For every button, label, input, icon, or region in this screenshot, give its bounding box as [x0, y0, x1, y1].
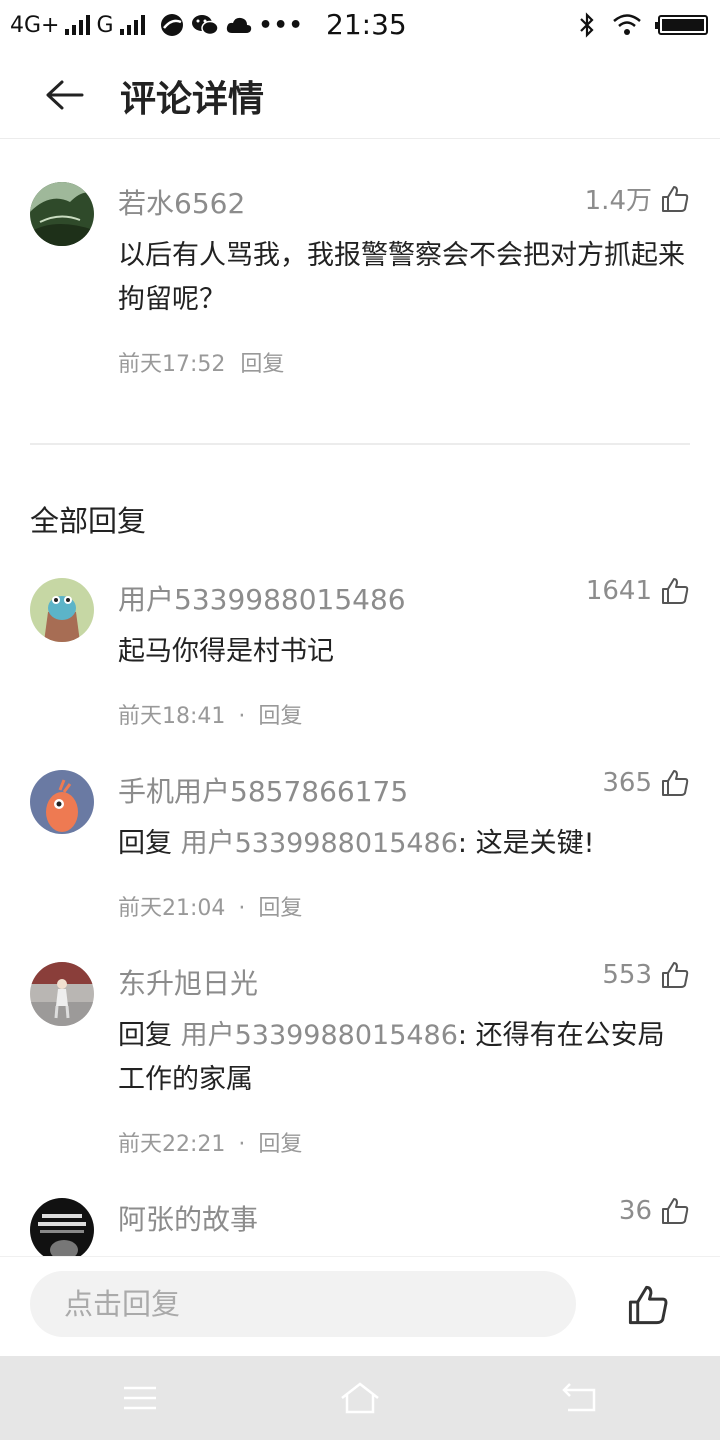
reply-prefix: 回复	[118, 828, 172, 859]
like-count: 1641	[585, 576, 652, 606]
thumbs-up-icon	[662, 578, 689, 604]
like-button[interactable]: 36	[619, 1196, 690, 1226]
reply-item: 东升旭日光 553 回复 用户5339988015486: 还得有在公安局工作的…	[0, 954, 720, 1164]
like-button[interactable]: 365	[602, 768, 690, 798]
home-icon[interactable]	[338, 1378, 382, 1418]
avatar-image	[30, 1198, 94, 1256]
reply-input[interactable]: 点击回复	[30, 1271, 576, 1337]
comment-text: 回复 用户5339988015486: 这是关键!	[118, 822, 688, 866]
comment-time: 前天21:04	[118, 896, 226, 921]
divider	[30, 443, 690, 445]
reply-link[interactable]: 回复	[258, 1132, 302, 1157]
comment-meta: 前天17:52 回复	[118, 346, 284, 378]
like-count: 365	[602, 768, 652, 798]
comment-meta: 前天22:21 · 回复	[118, 1126, 302, 1158]
wifi-icon	[613, 14, 641, 35]
like-count: 36	[618, 1196, 652, 1226]
like-count: 553	[602, 960, 652, 990]
more-icon: •••	[258, 12, 304, 38]
header: 评论详情	[0, 52, 720, 139]
wechat-icon	[191, 15, 219, 36]
comment-text: 以后有人骂我，我报警警察会不会把对方抓起来拘留呢？	[118, 240, 685, 315]
comment-username[interactable]: 用户5339988015486	[118, 578, 406, 618]
signal-icon-2	[119, 15, 145, 35]
thumbs-up-icon	[662, 962, 689, 988]
reply-prefix: 回复	[118, 1020, 172, 1051]
avatar[interactable]	[30, 770, 94, 834]
comment-time: 前天22:21	[118, 1132, 226, 1157]
avatar-image	[30, 182, 94, 246]
network-4g-label: 4G+	[10, 12, 60, 38]
status-right	[578, 10, 708, 40]
reply-item: 手机用户5857866175 365 回复 用户5339988015486: 这…	[0, 762, 720, 932]
like-count: 1.4万	[584, 186, 652, 216]
reply-body: : 这是关键!	[457, 828, 595, 859]
like-button[interactable]: 553	[602, 960, 690, 990]
comment-meta: 前天18:41 · 回复	[118, 698, 302, 730]
thumbs-up-icon	[662, 1198, 689, 1224]
bluetooth-icon	[580, 12, 594, 38]
like-button[interactable]: 1.4万	[585, 180, 690, 217]
reply-target[interactable]: 用户5339988015486	[181, 828, 458, 859]
status-bar: 4G+ G ••• 21:35	[0, 0, 720, 52]
meta-separator: ·	[238, 704, 246, 729]
system-nav-bar	[0, 1356, 720, 1440]
network-g-label: G	[96, 12, 114, 38]
avatar[interactable]	[30, 182, 94, 246]
comment-text: 起马你得是村书记	[118, 636, 334, 667]
comment-username[interactable]: 东升旭日光	[118, 962, 258, 1002]
avatar[interactable]	[30, 962, 94, 1026]
reply-link[interactable]: 回复	[258, 704, 302, 729]
thumbs-up-icon	[662, 185, 689, 212]
status-left: 4G+ G •••	[10, 10, 304, 40]
reply-bar: 点击回复	[0, 1256, 720, 1357]
comment-username[interactable]: 若水6562	[118, 182, 245, 222]
browser-icon	[160, 14, 183, 36]
comment-username[interactable]: 手机用户5857866175	[118, 770, 408, 810]
meta-separator: ·	[238, 896, 246, 921]
avatar-image	[30, 770, 94, 834]
reply-link[interactable]: 回复	[258, 896, 302, 921]
reply-target[interactable]: 用户5339988015486	[181, 1020, 458, 1051]
comment-time: 前天18:41	[118, 704, 226, 729]
reply-link[interactable]: 回复	[240, 352, 284, 377]
comment-text: 回复 用户5339988015486: 还得有在公安局工作的家属	[118, 1014, 688, 1102]
main-comment: 若水6562 1.4万 以后有人骂我，我报警警察会不会把对方抓起来拘留呢？ 前天…	[0, 160, 720, 420]
thumbs-up-icon[interactable]	[626, 1283, 670, 1327]
meta-separator: ·	[238, 1132, 246, 1157]
comment-meta: 前天21:04 · 回复	[118, 890, 302, 922]
comment-username[interactable]: 阿张的故事	[118, 1198, 258, 1238]
status-time: 21:35	[326, 8, 407, 41]
comment-time: 前天17:52	[118, 352, 226, 377]
battery-icon	[655, 15, 708, 35]
menu-icon[interactable]	[118, 1378, 162, 1418]
arrow-left-icon[interactable]	[40, 74, 88, 116]
like-button[interactable]: 1641	[586, 576, 690, 606]
back-nav-icon[interactable]	[558, 1378, 602, 1418]
reply-item: 阿张的故事 36	[0, 1190, 720, 1256]
signal-icon	[65, 15, 91, 35]
section-title: 全部回复	[30, 504, 147, 538]
thumbs-up-icon	[662, 770, 689, 796]
reply-item: 用户5339988015486 1641 起马你得是村书记 前天18:41 · …	[0, 570, 720, 740]
page-title: 评论详情	[120, 79, 265, 120]
avatar[interactable]	[30, 578, 94, 642]
cloud-icon	[226, 17, 251, 33]
avatar-image	[30, 578, 94, 642]
avatar[interactable]	[30, 1198, 94, 1256]
avatar-image	[30, 962, 94, 1026]
